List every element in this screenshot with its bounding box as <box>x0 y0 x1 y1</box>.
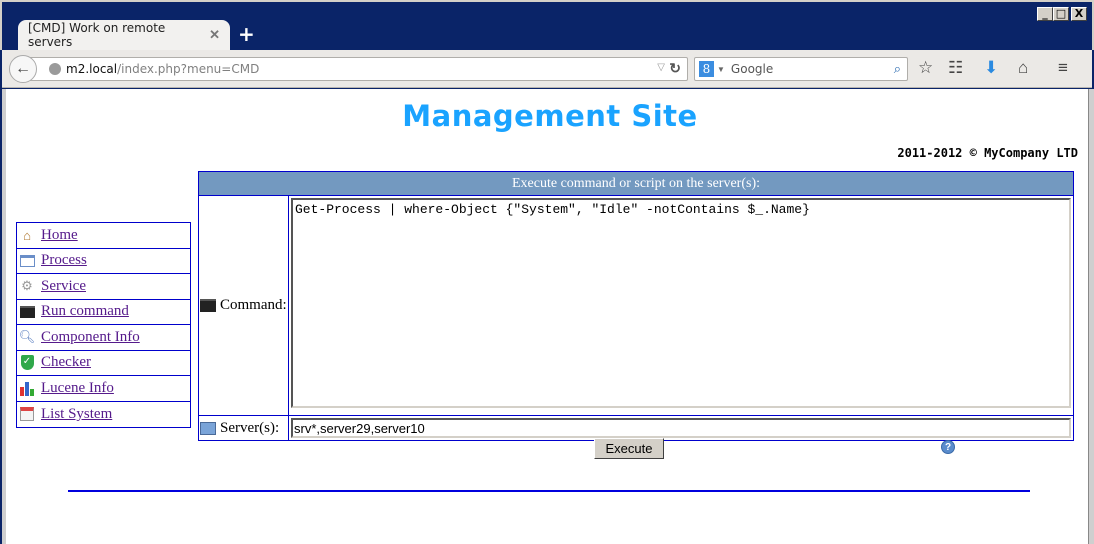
menu-item-service[interactable]: ⚙ Service <box>17 274 190 300</box>
servers-label-cell: Server(s): <box>199 416 289 440</box>
menu-link[interactable]: Component Info <box>41 329 140 346</box>
menu-item-checker[interactable]: ✓ Checker <box>17 351 190 376</box>
home-icon[interactable]: ⌂ <box>1018 58 1028 78</box>
maximize-button[interactable]: □ <box>1053 7 1069 21</box>
shield-check-icon: ✓ <box>19 355 35 371</box>
computer-icon <box>200 421 216 435</box>
menu-item-process[interactable]: Process <box>17 249 190 274</box>
servers-field-cell <box>289 416 1073 440</box>
address-bar[interactable]: m2.local /index.php?menu=CMD ▽ ↻ <box>28 57 688 81</box>
navigation-toolbar: ← m2.local /index.php?menu=CMD ▽ ↻ 8 ▼ G… <box>2 50 1092 88</box>
search-engine-icon[interactable]: 8 <box>699 61 714 77</box>
home-icon: ⌂ <box>23 227 31 243</box>
execute-button[interactable]: Execute <box>594 438 664 459</box>
menu-link[interactable]: Home <box>41 227 78 244</box>
menu-link[interactable]: Lucene Info <box>41 380 114 397</box>
console-icon <box>200 299 216 312</box>
search-engine-dropdown-icon[interactable]: ▼ <box>717 65 725 74</box>
history-dropdown-icon[interactable]: ▽ <box>657 62 665 73</box>
command-label-cell: Command: <box>199 196 289 415</box>
star-icon[interactable]: ☆ <box>918 58 933 78</box>
menu-link[interactable]: Checker <box>41 354 91 371</box>
page-content: Management Site 2011-2012 © MyCompany LT… <box>2 89 1090 544</box>
magnifier-icon: 🔍︎ <box>18 329 36 345</box>
menu-item-lucene-info[interactable]: Lucene Info <box>17 376 190 402</box>
menu-icon[interactable]: ≡ <box>1058 58 1068 78</box>
search-input[interactable]: Google <box>731 62 894 76</box>
url-host: m2.local <box>66 62 118 76</box>
search-bar[interactable]: 8 ▼ Google ⌕ <box>694 57 908 81</box>
url-path: /index.php?menu=CMD <box>117 62 260 76</box>
servers-input[interactable] <box>291 418 1071 438</box>
download-icon[interactable]: ⬇ <box>984 58 998 78</box>
menu-item-list-system[interactable]: List System <box>17 402 190 428</box>
menu-link[interactable]: List System <box>41 406 112 423</box>
help-icon[interactable]: ? <box>941 440 955 454</box>
menu-item-home[interactable]: ⌂ Home <box>17 223 190 249</box>
browser-tab[interactable]: [CMD] Work on remote servers ✕ <box>18 20 230 50</box>
globe-icon <box>49 63 61 75</box>
command-label: Command: <box>220 297 287 313</box>
new-tab-button[interactable]: + <box>238 22 255 46</box>
back-button[interactable]: ← <box>9 55 37 83</box>
servers-label: Server(s): <box>220 419 280 436</box>
window-right-border <box>1088 89 1094 544</box>
menu-item-run-command[interactable]: Run command <box>17 300 190 325</box>
search-icon[interactable]: ⌕ <box>894 61 901 77</box>
reading-list-icon[interactable]: ☷ <box>948 58 963 78</box>
command-panel-header: Execute command or script on the server(… <box>199 172 1073 196</box>
window-controls: _ □ X <box>1037 7 1087 21</box>
close-window-button[interactable]: X <box>1071 7 1087 21</box>
menu-item-component-info[interactable]: 🔍︎ Component Info <box>17 325 190 351</box>
reload-icon[interactable]: ↻ <box>669 60 681 77</box>
command-field-cell: Get-Process | where-Object {"System", "I… <box>289 196 1073 415</box>
tab-close-icon[interactable]: ✕ <box>209 27 220 43</box>
gear-icon: ⚙ <box>21 278 33 294</box>
footer-divider <box>68 490 1030 492</box>
command-textarea[interactable]: Get-Process | where-Object {"System", "I… <box>291 198 1071 408</box>
command-panel: Execute command or script on the server(… <box>198 171 1074 441</box>
site-title: Management Site <box>402 99 698 133</box>
menu-link[interactable]: Process <box>41 252 87 269</box>
copyright: 2011-2012 © MyCompany LTD <box>897 146 1078 160</box>
servers-row: Server(s): <box>199 416 1073 440</box>
back-arrow-icon: ← <box>15 60 31 77</box>
window-icon <box>19 253 35 269</box>
command-row: Command: Get-Process | where-Object {"Sy… <box>199 196 1073 416</box>
tab-title: [CMD] Work on remote servers <box>28 21 166 49</box>
bar-chart-icon <box>19 380 35 397</box>
menu-link[interactable]: Service <box>41 278 86 295</box>
minimize-button[interactable]: _ <box>1037 7 1053 21</box>
console-icon <box>19 304 35 320</box>
side-menu: ⌂ Home Process ⚙ Service Run command 🔍︎ … <box>16 222 191 428</box>
menu-link[interactable]: Run command <box>41 303 129 320</box>
calendar-icon <box>19 406 35 422</box>
